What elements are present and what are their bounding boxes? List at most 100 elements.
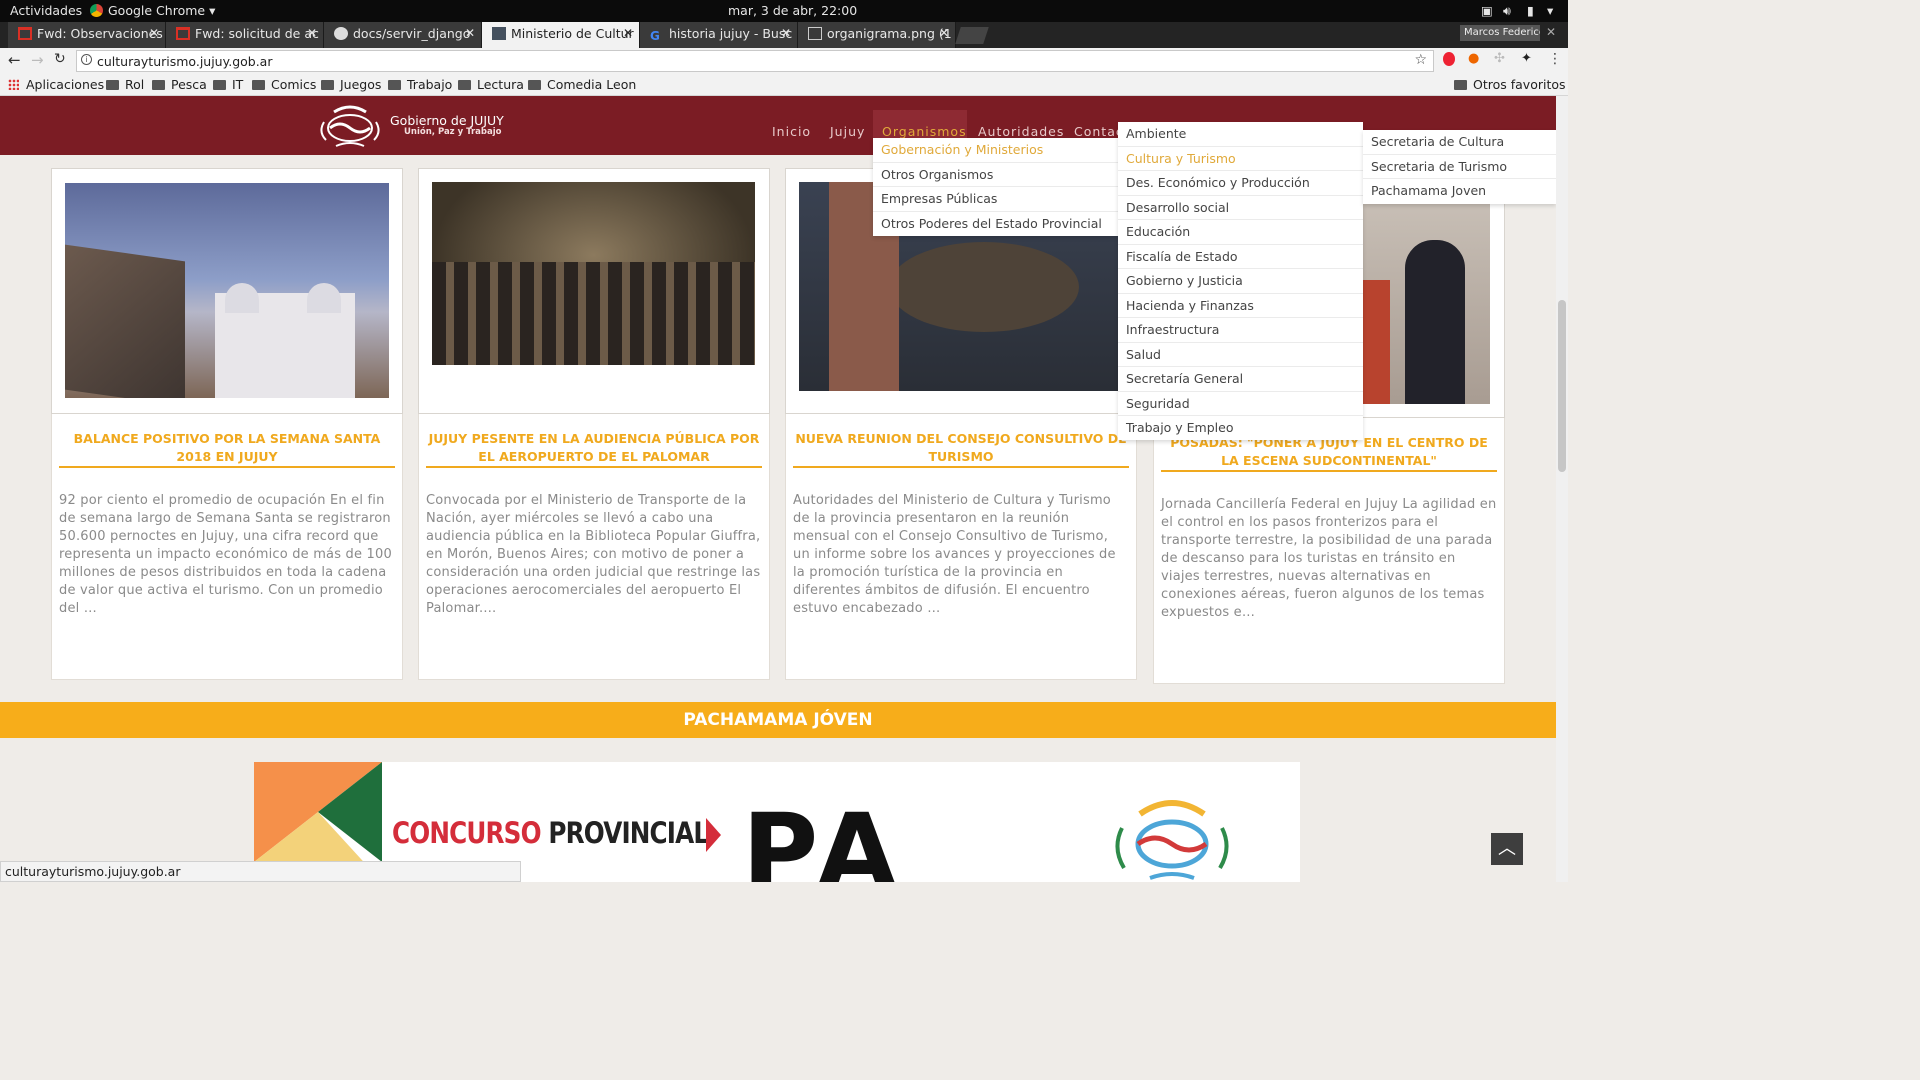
address-bar[interactable]: i culturayturismo.jujuy.gob.ar ☆: [76, 50, 1434, 72]
folder-icon: [106, 80, 119, 90]
emblem-icon: [320, 105, 380, 147]
card-photo-2[interactable]: [432, 182, 755, 365]
battery-icon[interactable]: ▮: [1527, 3, 1534, 18]
activities-button[interactable]: Actividades: [10, 3, 82, 18]
opera-extension-icon[interactable]: [1443, 52, 1455, 66]
system-menu-icon[interactable]: ▾: [1547, 3, 1553, 18]
extension-icon[interactable]: ✣: [1494, 51, 1505, 66]
folder-icon: [388, 80, 401, 90]
extension-flame-icon[interactable]: ●: [1468, 51, 1479, 66]
bookmark-otros-favoritos[interactable]: Otros favoritos: [1454, 77, 1566, 92]
folder-icon: [528, 80, 541, 90]
menu-item-secretaria-turismo[interactable]: Secretaria de Turismo: [1363, 155, 1556, 179]
app-menu[interactable]: Google Chrome ▾: [90, 3, 215, 18]
menu-item-educacion[interactable]: Educación: [1118, 220, 1363, 245]
menu-ministerios: Ambiente Cultura y Turismo Des. Económic…: [1118, 122, 1363, 440]
card-body-4: Jornada Cancillería Federal en Jujuy La …: [1161, 497, 1497, 620]
nav-jujuy[interactable]: Jujuy: [830, 124, 865, 139]
menu-item-infraestructura[interactable]: Infraestructura: [1118, 318, 1363, 343]
tab-organigrama[interactable]: organigrama.png (1 ✕: [798, 22, 956, 48]
logo-title[interactable]: Gobierno de JUJUY: [390, 113, 504, 128]
bookmark-apps[interactable]: Aplicaciones: [8, 77, 104, 92]
nav-inicio[interactable]: Inicio: [772, 124, 811, 139]
extension-icon-2[interactable]: ✦: [1521, 51, 1532, 66]
page-scrollbar[interactable]: [1556, 96, 1568, 882]
reload-icon[interactable]: ↻: [54, 51, 66, 67]
url-text: culturayturismo.jujuy.gob.ar: [97, 54, 273, 69]
menu-item-des-economico[interactable]: Des. Económico y Producción: [1118, 171, 1363, 196]
menu-item-secretaria-cultura[interactable]: Secretaria de Cultura: [1363, 130, 1556, 155]
google-icon: G: [650, 29, 660, 43]
close-icon[interactable]: ✕: [465, 26, 475, 40]
close-icon[interactable]: ✕: [781, 26, 791, 40]
card-body-2: Convocada por el Ministerio de Transport…: [426, 493, 761, 616]
menu-item-cultura-turismo[interactable]: Cultura y Turismo: [1118, 147, 1363, 171]
bookmark-comics[interactable]: Comics: [252, 77, 316, 92]
menu-item-secretaria-general[interactable]: Secretaría General: [1118, 367, 1363, 392]
menu-item-ambiente[interactable]: Ambiente: [1118, 122, 1363, 147]
browser-menu-icon[interactable]: ⋮: [1548, 51, 1562, 67]
logo-emblem[interactable]: [316, 102, 384, 150]
tab-github[interactable]: docs/servir_django ✕: [324, 22, 482, 48]
bookmark-comedia-leon[interactable]: Comedia Leon: [528, 77, 636, 92]
menu-item-trabajo-empleo[interactable]: Trabajo y Empleo: [1118, 416, 1363, 441]
back-icon[interactable]: ←: [8, 51, 21, 69]
menu-item-pachamama-joven[interactable]: Pachamama Joven: [1363, 179, 1556, 204]
menu-item-fiscalia[interactable]: Fiscalía de Estado: [1118, 245, 1363, 269]
apps-grid-icon: [8, 79, 19, 90]
card-photo-1[interactable]: [65, 183, 389, 398]
user-badge[interactable]: Marcos Federico: [1460, 25, 1540, 41]
card-photo-4[interactable]: [1360, 200, 1490, 404]
new-tab-button[interactable]: [955, 27, 989, 44]
volume-icon[interactable]: 🔊︎: [1503, 3, 1511, 19]
tab-google-search[interactable]: Ghistoria jujuy - Busc ✕: [640, 22, 798, 48]
tab-ministerio[interactable]: Ministerio de Cultur ✕: [482, 22, 640, 48]
bookmark-trabajo[interactable]: Trabajo: [388, 77, 452, 92]
bookmark-pesca[interactable]: Pesca: [152, 77, 207, 92]
window-close-icon[interactable]: ✕: [1546, 25, 1556, 39]
menu-item-gobernacion[interactable]: Gobernación y Ministerios: [873, 138, 1118, 163]
forward-icon[interactable]: →: [31, 51, 44, 69]
bookmarks-bar: Aplicaciones Rol Pesca IT Comics Juegos …: [0, 74, 1568, 96]
menu-item-otros-poderes[interactable]: Otros Poderes del Estado Provincial: [873, 212, 1118, 237]
menu-item-otros-organismos[interactable]: Otros Organismos: [873, 163, 1118, 187]
window-icon[interactable]: ▣: [1481, 3, 1493, 18]
tab-gmail-1[interactable]: Fwd: Observaciones ✕: [8, 22, 166, 48]
bookmark-lectura[interactable]: Lectura: [458, 77, 524, 92]
menu-item-hacienda[interactable]: Hacienda y Finanzas: [1118, 294, 1363, 318]
back-to-top-button[interactable]: ︿: [1491, 833, 1523, 865]
close-icon[interactable]: ✕: [307, 26, 317, 40]
caret-down-icon: ▾: [209, 3, 216, 18]
card-title-3[interactable]: NUEVA REUNION DEL CONSEJO CONSULTIVO DE …: [793, 430, 1129, 466]
card-divider-3: [793, 466, 1129, 468]
menu-item-desarrollo-social[interactable]: Desarrollo social: [1118, 196, 1363, 220]
nav-autoridades[interactable]: Autoridades: [978, 124, 1064, 139]
folder-icon: [213, 80, 226, 90]
tab-gmail-2[interactable]: Fwd: solicitud de ac ✕: [166, 22, 324, 48]
scrollbar-thumb[interactable]: [1558, 300, 1566, 472]
card-title-2[interactable]: JUJUY PESENTE EN LA AUDIENCIA PÚBLICA PO…: [426, 430, 762, 466]
menu-item-salud[interactable]: Salud: [1118, 343, 1363, 367]
close-icon[interactable]: ✕: [939, 26, 949, 40]
card-title-1[interactable]: BALANCE POSITIVO POR LA SEMANA SANTA 201…: [59, 430, 395, 466]
poster-provincial: PROVINCIAL: [548, 816, 709, 850]
red-chair: [1360, 280, 1390, 404]
nav-contacto[interactable]: Contac: [1074, 124, 1124, 139]
site-icon: [492, 27, 506, 40]
section-banner: PACHAMAMA JÓVEN: [0, 702, 1556, 738]
bookmark-rol[interactable]: Rol: [106, 77, 144, 92]
clock[interactable]: mar, 3 de abr, 22:00: [728, 3, 857, 18]
menu-item-empresas-publicas[interactable]: Empresas Públicas: [873, 187, 1118, 212]
os-top-bar: Actividades Google Chrome ▾ mar, 3 de ab…: [0, 0, 1568, 22]
close-icon[interactable]: ✕: [623, 26, 633, 40]
bookmark-juegos[interactable]: Juegos: [321, 77, 381, 92]
bookmark-it[interactable]: IT: [213, 77, 243, 92]
nav-organismos[interactable]: Organismos: [882, 124, 967, 139]
folder-icon: [252, 80, 265, 90]
close-icon[interactable]: ✕: [149, 26, 159, 40]
info-icon[interactable]: i: [81, 54, 92, 65]
bookmark-star-icon[interactable]: ☆: [1414, 52, 1427, 68]
menu-item-seguridad[interactable]: Seguridad: [1118, 392, 1363, 416]
folder-icon: [1454, 80, 1467, 90]
menu-item-gobierno-justicia[interactable]: Gobierno y Justicia: [1118, 269, 1363, 294]
